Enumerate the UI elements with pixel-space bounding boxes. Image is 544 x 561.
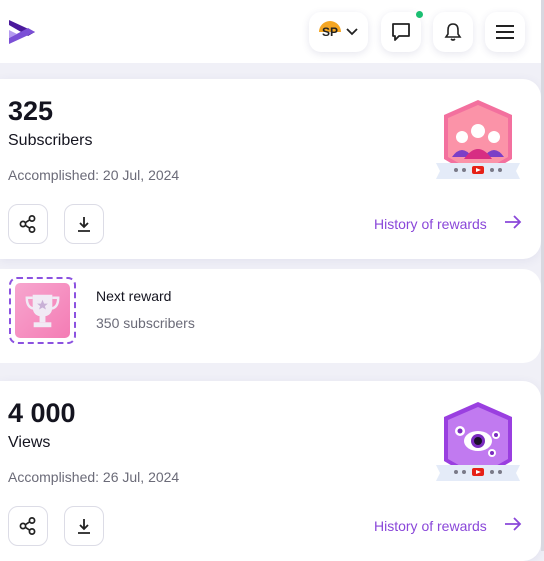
download-icon <box>78 217 90 232</box>
messages-button[interactable] <box>381 11 423 52</box>
app-logo[interactable] <box>6 16 38 48</box>
next-reward-card: Next reward 350 subscribers <box>0 269 541 363</box>
share-button[interactable] <box>8 506 48 546</box>
accomplished-date: Accomplished: 20 Jul, 2024 <box>8 167 180 183</box>
achievement-label: Subscribers <box>8 132 93 149</box>
share-icon <box>19 215 36 233</box>
share-button[interactable] <box>8 204 48 244</box>
bell-icon <box>444 23 462 41</box>
download-icon <box>78 519 90 534</box>
next-reward-target: 350 subscribers <box>96 315 195 331</box>
history-label: History of rewards <box>374 518 487 534</box>
notification-dot <box>416 11 423 18</box>
history-label: History of rewards <box>374 216 487 232</box>
views-badge-icon <box>436 402 520 481</box>
download-button[interactable] <box>64 506 104 546</box>
download-button[interactable] <box>64 204 104 244</box>
achievement-value: 4 000 <box>8 398 76 428</box>
chat-icon <box>392 23 410 41</box>
arrow-right-icon <box>505 215 522 229</box>
notifications-button[interactable] <box>433 12 473 52</box>
achievement-card-views: 4 000 Views Accomplished: 26 Jul, 2024 H… <box>0 381 541 561</box>
history-of-rewards-link[interactable]: History of rewards <box>374 215 522 232</box>
share-icon <box>19 517 36 535</box>
achievement-card-subscribers: 325 Subscribers Accomplished: 20 Jul, 20… <box>0 79 541 259</box>
trophy-icon <box>25 294 60 328</box>
next-reward-title: Next reward <box>96 288 172 304</box>
next-reward-badge <box>9 277 76 344</box>
menu-button[interactable] <box>485 12 525 52</box>
accomplished-date: Accomplished: 26 Jul, 2024 <box>8 469 180 485</box>
account-switcher-button[interactable]: SP <box>309 12 368 52</box>
achievement-label: Views <box>8 434 51 451</box>
chevron-down-icon <box>346 28 358 36</box>
menu-icon <box>496 25 514 39</box>
arrow-right-icon <box>505 517 522 531</box>
top-bar: SP <box>0 0 544 63</box>
subscribers-badge-icon <box>436 100 520 179</box>
history-of-rewards-link[interactable]: History of rewards <box>374 517 522 534</box>
achievement-value: 325 <box>8 96 54 126</box>
avatar: SP <box>319 21 341 43</box>
